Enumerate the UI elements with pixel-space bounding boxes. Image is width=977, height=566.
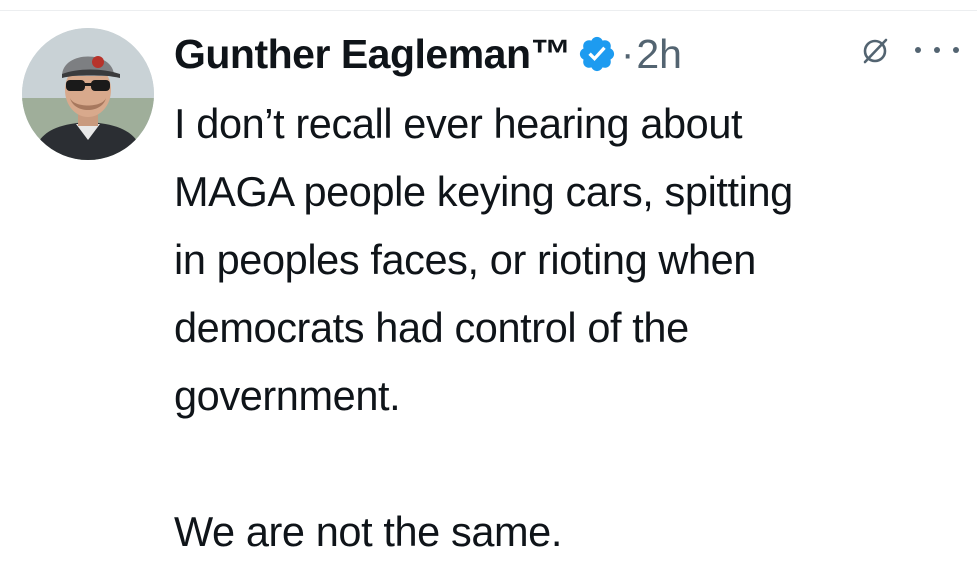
more-options-icon[interactable] [915,42,959,58]
more-dot-icon [915,47,921,53]
header-separator: · [621,31,635,76]
tweet-timestamp[interactable]: 2h [636,31,682,78]
author-display-name[interactable]: Gunther Eagleman™ [174,31,572,78]
more-dot-icon [934,47,940,53]
avatar-photo [22,28,154,160]
verified-badge-icon[interactable] [577,34,617,74]
avatar[interactable] [22,28,154,160]
tweet[interactable]: Gunther Eagleman™ · 2h I don’t recall ev… [0,0,977,563]
tweet-paragraph: I don’t recall ever hearing about MAGA p… [174,100,793,419]
tweet-text: I don’t recall ever hearing about MAGA p… [174,90,964,566]
tweet-header: Gunther Eagleman™ · 2h [174,26,682,82]
grok-icon[interactable] [860,36,890,66]
tweet-paragraph: We are not the same. [174,508,562,555]
more-dot-icon [953,47,959,53]
